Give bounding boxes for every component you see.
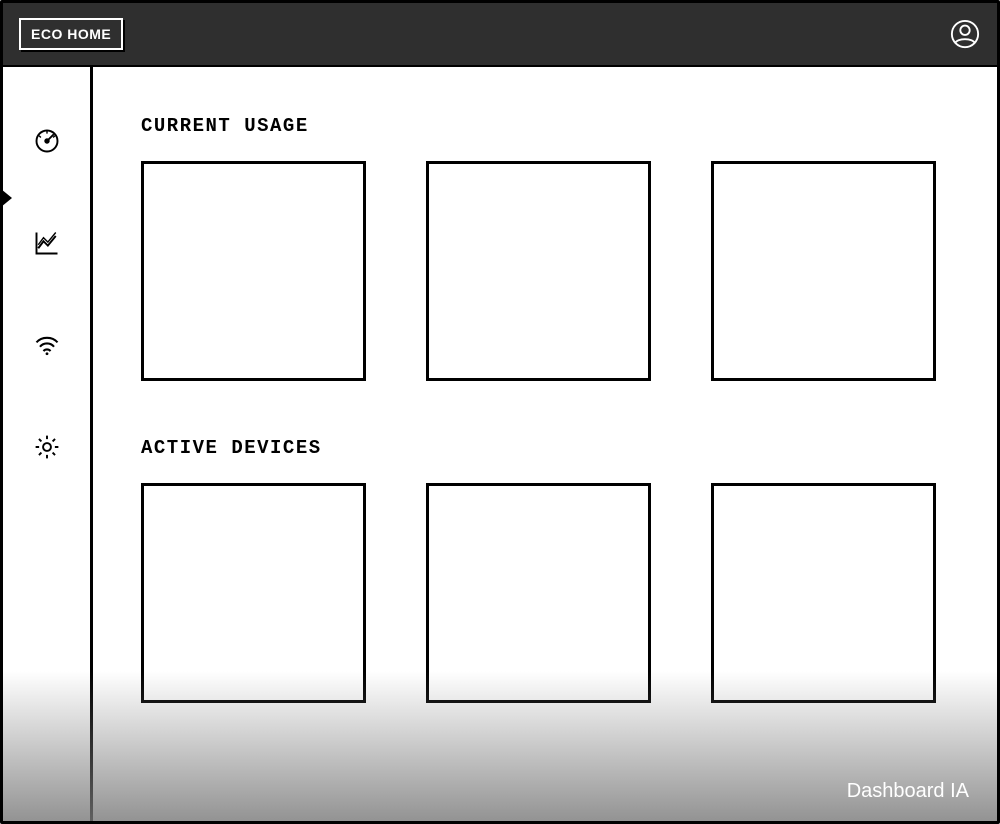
sidebar [3,67,93,821]
header-bar: ECO HOME [3,3,997,67]
profile-icon[interactable] [949,18,981,50]
section-heading-current-usage: CURRENT USAGE [141,115,949,137]
section-heading-active-devices: ACTIVE DEVICES [141,437,949,459]
current-usage-row [141,161,949,381]
sidebar-item-settings[interactable] [31,433,63,465]
sidebar-item-dashboard[interactable] [31,127,63,159]
gauge-icon [33,127,61,160]
device-card[interactable] [426,483,651,703]
device-card[interactable] [141,483,366,703]
logo-button[interactable]: ECO HOME [19,18,123,50]
main-content: CURRENT USAGE ACTIVE DEVICES [93,67,997,821]
sidebar-item-connectivity[interactable] [31,331,63,363]
usage-card[interactable] [711,161,936,381]
body-container: CURRENT USAGE ACTIVE DEVICES Dashboard I… [3,67,997,821]
active-devices-row [141,483,949,703]
device-card[interactable] [711,483,936,703]
chart-line-icon [33,229,61,262]
wifi-icon [33,331,61,364]
usage-card[interactable] [426,161,651,381]
usage-card[interactable] [141,161,366,381]
sidebar-item-analytics[interactable] [31,229,63,261]
gear-icon [33,433,61,466]
